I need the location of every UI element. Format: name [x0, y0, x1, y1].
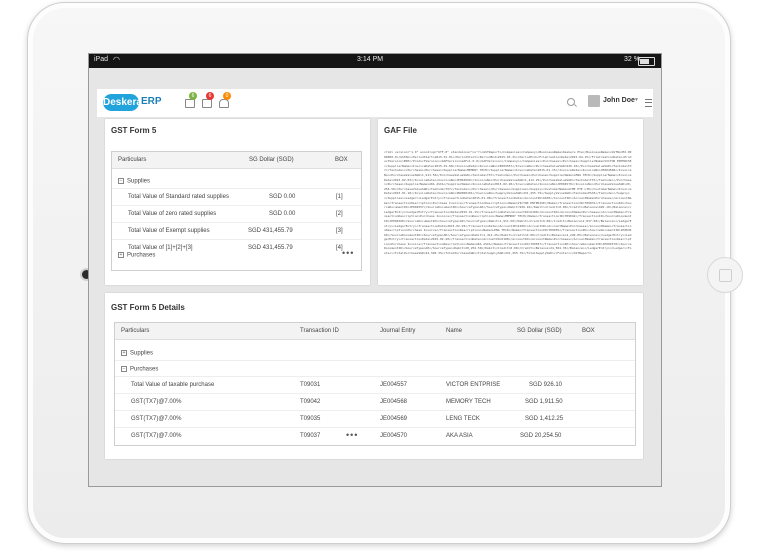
mail-badge: 6 [206, 92, 214, 100]
row-value: SGD 431,455.79 [248, 245, 293, 251]
panel-title: GAF File [384, 126, 417, 135]
gst-form-panel: GST Form 5 Particulars SG Dollar (SGD) B… [105, 119, 370, 285]
row-transaction-id[interactable]: T09037 [300, 433, 320, 439]
row-amount: SGD 20,254.50 [520, 433, 562, 439]
row-value: SGD 0.00 [269, 211, 296, 217]
purchases-group[interactable]: + Purchases [118, 252, 155, 259]
row-name: LENG TECK [446, 416, 480, 422]
gaf-file-panel: GAF File <?xml version="1.0" encoding="U… [378, 119, 643, 285]
column-header: Transaction ID [300, 328, 339, 334]
home-icon [719, 269, 732, 282]
panel-title: GST Form 5 [111, 126, 157, 135]
clock: 3:14 PM [357, 56, 384, 63]
supplies-group[interactable]: + Supplies [121, 350, 153, 357]
collapse-icon[interactable]: − [118, 178, 124, 184]
device-label: iPad [94, 56, 109, 63]
app-header: Deskera ERP 6 6 0 John Doe ▼ [97, 89, 653, 117]
bell-badge: 0 [223, 92, 231, 100]
avatar[interactable] [588, 95, 600, 107]
row-name: VICTOR ENTPRISE [446, 382, 501, 388]
column-header: Particulars [121, 328, 150, 334]
expand-icon[interactable]: + [118, 252, 124, 258]
search-icon[interactable] [567, 98, 575, 106]
row-journal-entry[interactable]: JE004557 [380, 382, 407, 388]
purchases-group[interactable]: − Purchases [121, 366, 158, 373]
column-header: BOX [582, 328, 595, 334]
row-particular: GST(TX7)@7.00% [131, 399, 182, 405]
chat-icon[interactable] [185, 99, 195, 108]
home-button[interactable] [707, 257, 743, 293]
column-header: Name [446, 328, 463, 334]
row-label: Total Value of Exempt supplies [128, 228, 210, 234]
details-table: Particulars Transaction ID Journal Entry… [114, 322, 636, 446]
row-particular: GST(TX7)@7.00% [131, 433, 182, 439]
row-label: Total Value of [1]+[2]+[3] [128, 245, 193, 251]
row-journal-entry[interactable]: JE004568 [380, 399, 407, 405]
mail-icon[interactable] [202, 99, 212, 108]
logo-suffix: ERP [141, 96, 162, 107]
row-name: MEMORY TECH [446, 399, 491, 405]
column-header: Particulars [118, 157, 147, 163]
status-bar: iPad ◠ 3:14 PM 32 % [89, 54, 661, 68]
row-value: SGD 431,455.79 [248, 228, 293, 234]
supplies-group[interactable]: − Supplies [118, 178, 150, 185]
row-amount: SGD 926.10 [529, 382, 563, 388]
table-header: Particulars SG Dollar (SGD) BOX [112, 152, 361, 169]
column-header: BOX [335, 157, 348, 163]
wifi-icon: ◠ [113, 55, 120, 64]
table-header: Particulars Transaction ID Journal Entry… [115, 323, 635, 340]
menu-icon[interactable] [645, 99, 652, 107]
row-label: Total Value of zero rated supplies [128, 211, 217, 217]
column-header: SG Dollar (SGD) [517, 328, 562, 334]
row-transaction-id[interactable]: T09031 [300, 382, 320, 388]
chevron-down-icon[interactable]: ▼ [634, 97, 639, 103]
row-box: [1] [336, 194, 343, 200]
row-transaction-id[interactable]: T09042 [300, 399, 320, 405]
gaf-file-content: <?xml version="1.0" encoding="UTF-8" sta… [384, 150, 632, 256]
row-name: AKA ASIA [446, 433, 473, 439]
row-value: SGD 0.00 [269, 194, 296, 200]
logo-text: Deskera [103, 94, 142, 111]
gst-details-panel: GST Form 5 Details Particulars Transacti… [105, 293, 643, 459]
collapse-icon[interactable]: − [121, 366, 127, 372]
ipad-screen: iPad ◠ 3:14 PM 32 % Deskera ERP 6 6 0 Jo… [88, 53, 662, 487]
row-box: [2] [336, 211, 343, 217]
row-journal-entry[interactable]: JE004570 [380, 433, 407, 439]
row-amount: SGD 1,412.25 [525, 416, 564, 422]
row-particular: Total Value of taxable purchase [131, 382, 215, 388]
expand-icon[interactable]: + [121, 350, 127, 356]
column-header: SG Dollar (SGD) [249, 157, 294, 163]
panel-title: GST Form 5 Details [111, 303, 185, 312]
chat-badge: 6 [189, 92, 197, 100]
column-header: Journal Entry [380, 328, 416, 334]
row-amount: SGD 1,911.50 [525, 399, 563, 405]
row-transaction-id[interactable]: T09035 [300, 416, 320, 422]
user-name[interactable]: John Doe [603, 97, 635, 104]
row-box: [3] [336, 228, 343, 234]
battery-icon [638, 57, 655, 66]
more-icon[interactable]: ••• [346, 430, 358, 440]
more-icon[interactable]: ••• [342, 248, 354, 258]
bell-icon[interactable] [219, 99, 229, 108]
gst-form-table: Particulars SG Dollar (SGD) BOX − Supplie… [111, 151, 362, 271]
row-journal-entry[interactable]: JE004569 [380, 416, 407, 422]
row-label: Total Value of Standard rated supplies [128, 194, 229, 200]
row-particular: GST(TX7)@7.00% [131, 416, 182, 422]
